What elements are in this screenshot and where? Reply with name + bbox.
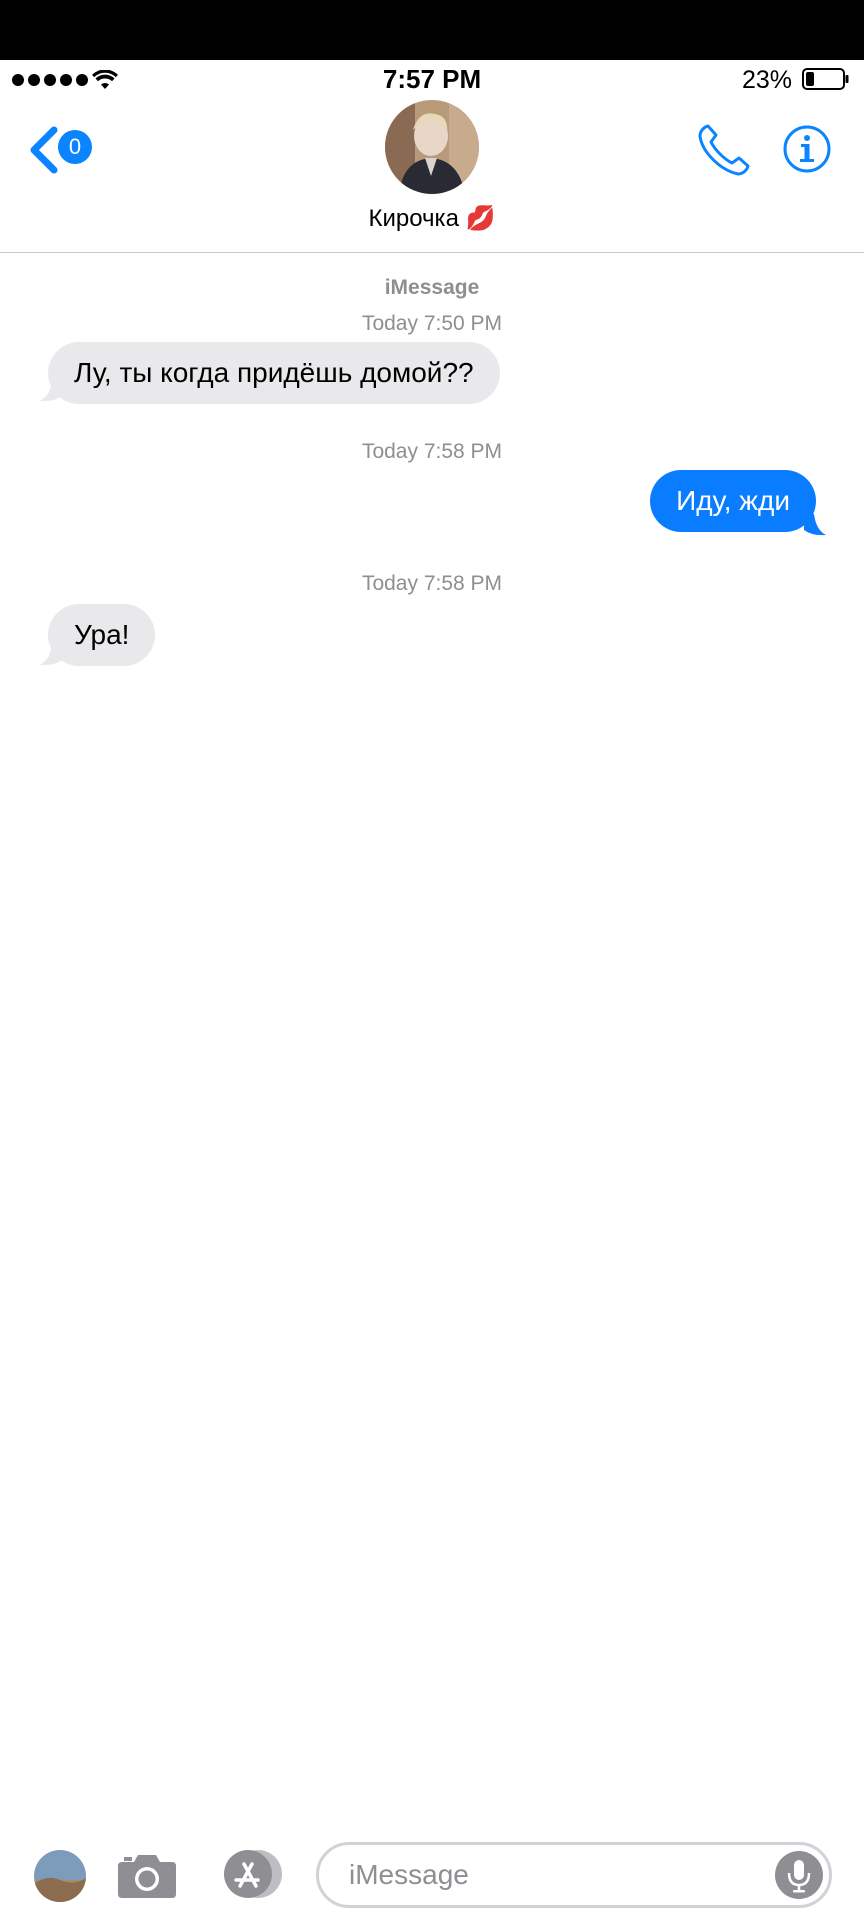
contact-avatar[interactable] [385,100,479,194]
microphone-icon[interactable] [775,1851,823,1899]
incoming-message-bubble[interactable]: Ура! [48,604,156,666]
info-icon[interactable] [782,124,832,174]
camera-icon[interactable] [116,1852,178,1900]
phone-icon[interactable] [696,122,752,178]
outgoing-message-bubble[interactable]: Иду, жди [650,470,816,532]
battery-icon [802,68,849,90]
incoming-message-bubble[interactable]: Лу, ты когда придёшь домой?? [48,342,500,404]
app-store-icon[interactable] [214,1848,286,1900]
contact-name[interactable]: Кирочка 💋 [0,204,864,233]
message-timestamp: Today 7:58 PM [361,572,503,595]
composer-bar: iMessage [0,1824,864,1920]
service-label: iMessage [384,276,480,299]
photos-app-button[interactable] [34,1850,86,1902]
message-timestamp: Today 7:58 PM [361,440,503,463]
battery-percent: 23% [741,66,792,94]
status-time: 7:57 PM [382,64,482,94]
top-black-bar [0,0,864,60]
message-input[interactable]: iMessage [316,1842,832,1908]
unread-count-badge[interactable]: 0 [58,130,92,164]
status-bar: 7:57 PM 23% [0,60,864,100]
message-input-placeholder: iMessage [349,1859,469,1890]
conversation-header: 0 Кирочка 💋 [0,100,864,253]
message-timestamp: Today 7:50 PM [361,312,503,335]
